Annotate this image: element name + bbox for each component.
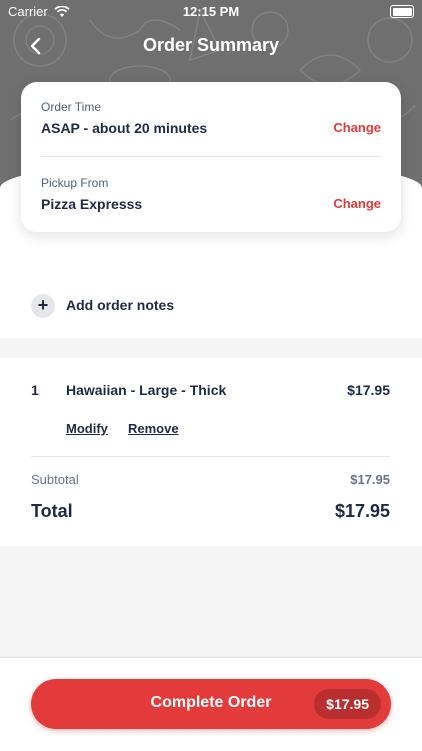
total-value: $17.95: [334, 501, 390, 521]
plus-icon: +: [31, 294, 55, 318]
add-order-notes-label: Add order notes: [66, 297, 175, 313]
subtotal-label: Subtotal: [31, 472, 79, 487]
status-bar: Carrier 12:15 PM: [0, 0, 422, 22]
battery-icon: [390, 5, 414, 18]
add-order-notes-button[interactable]: + Add order notes: [0, 273, 422, 338]
pickup-row: Pickup From Pizza Expresss Change: [41, 176, 381, 212]
remove-item-link[interactable]: Remove: [128, 421, 179, 436]
order-time-row: Order Time ASAP - about 20 minutes Chang…: [41, 100, 381, 136]
modify-item-link[interactable]: Modify: [66, 421, 108, 436]
change-order-time-button[interactable]: Change: [333, 120, 381, 135]
divider: [31, 456, 390, 457]
clock: 12:15 PM: [182, 4, 240, 19]
footer-bar: Complete Order $17.95: [0, 657, 422, 751]
item-quantity: 1: [31, 382, 39, 398]
pickup-value: Pizza Expresss: [41, 196, 143, 212]
total-label: Total: [31, 501, 73, 521]
divider: [41, 156, 381, 157]
page-title: Order Summary: [142, 35, 280, 55]
order-items: 1 Hawaiian - Large - Thick $17.95 Modify…: [0, 358, 422, 546]
subtotal-value: $17.95: [350, 472, 390, 487]
pickup-label: Pickup From: [41, 176, 109, 190]
complete-order-price-badge: $17.95: [314, 689, 381, 719]
order-time-label: Order Time: [41, 100, 102, 114]
nav-bar: Order Summary: [0, 30, 422, 62]
change-pickup-button[interactable]: Change: [333, 196, 381, 211]
order-time-value: ASAP - about 20 minutes: [41, 120, 208, 136]
complete-order-button[interactable]: Complete Order $17.95: [31, 679, 391, 729]
item-price: $17.95: [347, 382, 390, 398]
item-name: Hawaiian - Large - Thick: [66, 382, 227, 398]
order-info-card: Order Time ASAP - about 20 minutes Chang…: [21, 82, 401, 232]
